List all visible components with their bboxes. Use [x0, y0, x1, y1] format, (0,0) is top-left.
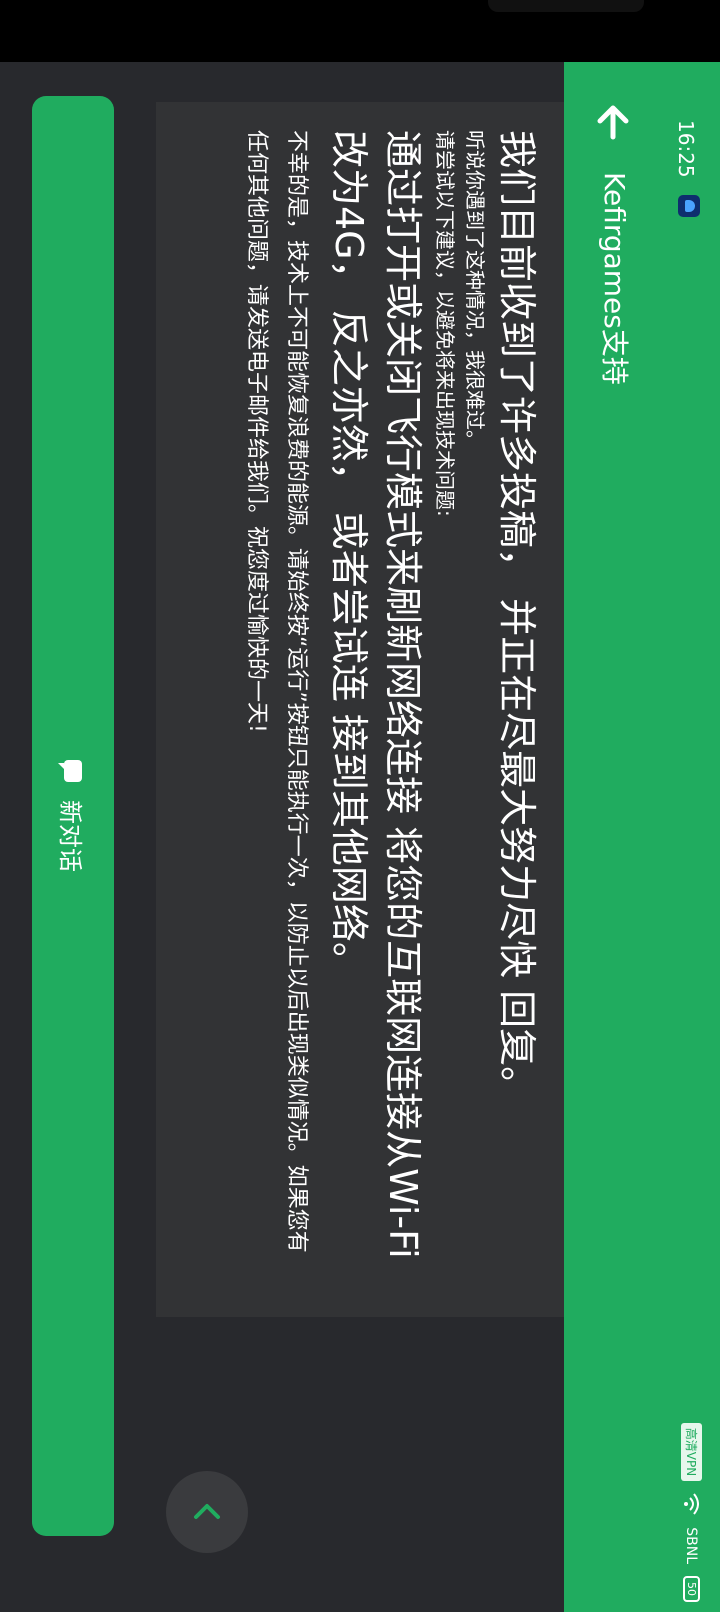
message-line-suggestion: 请尝试以下建议，以避免将来出现技术问题:: [433, 130, 457, 517]
vpn-badge: 高清VPN: [681, 1422, 702, 1482]
app-landscape-view: 16:25 高清VPN SBNL 50 Kefirgames支持 我们目前收到了…: [0, 0, 720, 1612]
back-button[interactable]: [588, 97, 638, 147]
chat-bubble-icon: [64, 760, 82, 782]
message-tip: 通过打开或关闭飞行模式来刷新网络连接 将您的互联网连接从Wi-Fi改为4G， 反…: [327, 130, 425, 1259]
support-message-bubble: 我们目前收到了许多投稿， 并正在尽最大努力尽快 回复。 听说你遇到了这种情况，我…: [148, 102, 564, 1317]
status-indicators: 高清VPN SBNL 50: [681, 1422, 702, 1602]
new-chat-content: 新对话: [32, 96, 114, 1536]
support-message: 我们目前收到了许多投稿， 并正在尽最大努力尽快 回复。 听说你遇到了这种情况，我…: [236, 130, 544, 1260]
app-notification-icon: [678, 195, 700, 217]
carrier-label: SBNL: [683, 1527, 700, 1564]
sidebar: 新对话: [0, 62, 156, 1612]
message-heading: 我们目前收到了许多投稿， 并正在尽最大努力尽快 回复。: [495, 130, 539, 1105]
battery-icon: 50: [683, 1576, 700, 1602]
page-title: Kefirgames支持: [598, 172, 631, 385]
message-body: 不幸的是，技术上不可能恢复浪费的能源。请始终按“运行”按钮只能执行一次，以防止以…: [244, 130, 309, 1253]
arrow-left-icon: [597, 105, 629, 140]
wifi-icon: [684, 1493, 700, 1515]
new-chat-label: 新对话: [56, 800, 85, 872]
chevron-left-icon: [194, 1504, 220, 1519]
camera-notch: [488, 0, 644, 12]
status-time: 16:25: [674, 120, 698, 178]
screen: 16:25 高清VPN SBNL 50 Kefirgames支持 我们目前收到了…: [0, 0, 720, 1612]
camera-cutout-bar: [0, 0, 720, 62]
message-line-sympathy: 听说你遇到了这种情况，我很难过。: [463, 130, 487, 450]
app-header: 16:25 高清VPN SBNL 50 Kefirgames支持: [564, 62, 720, 1612]
collapse-button[interactable]: [166, 1471, 248, 1553]
new-chat-button[interactable]: 新对话: [32, 96, 114, 1536]
